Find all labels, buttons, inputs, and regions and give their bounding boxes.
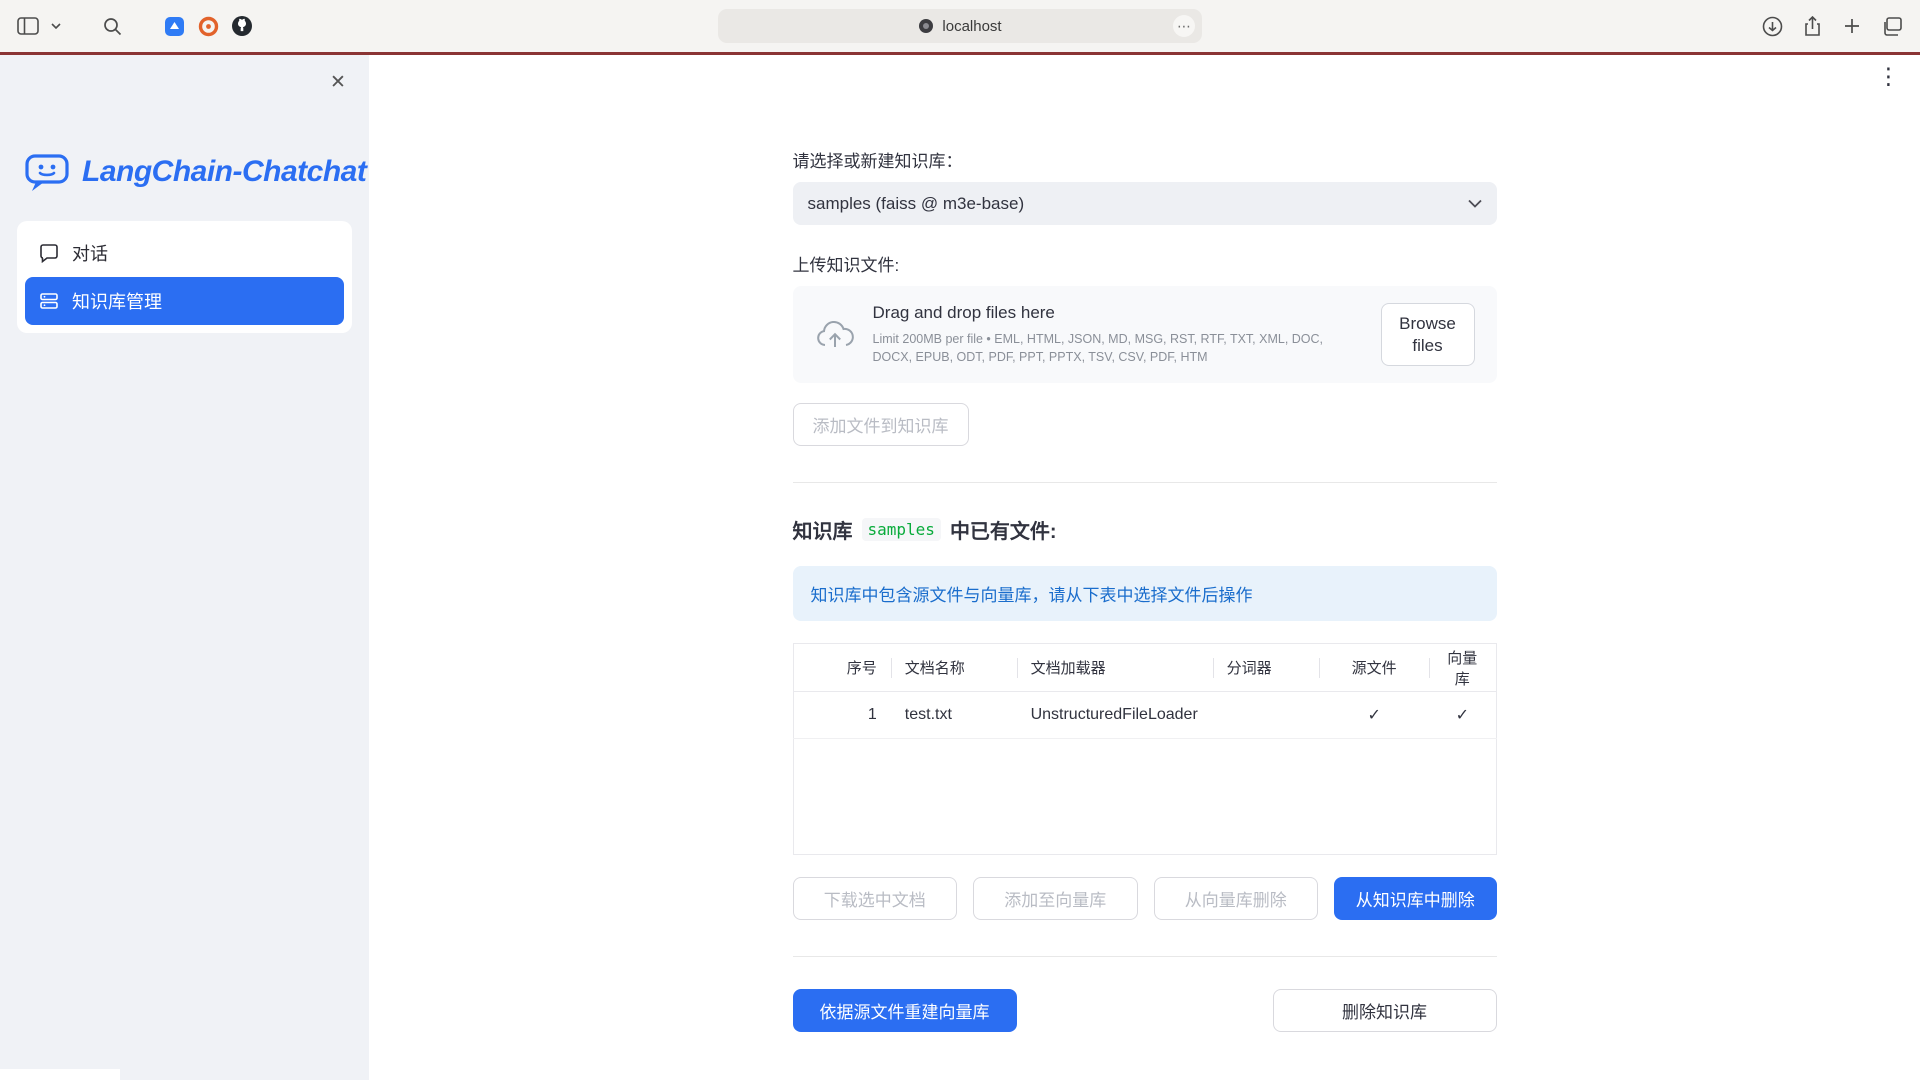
sidebar: ✕ LangChain-Chatchat 对话	[0, 55, 369, 1080]
col-header-vector-store: 向量库	[1429, 644, 1496, 692]
sidebar-item-label: 对话	[72, 240, 108, 266]
chevron-down-icon	[1468, 199, 1482, 208]
extension-icon-orange-ring[interactable]	[196, 14, 220, 38]
divider	[793, 956, 1497, 957]
rebuild-vector-store-button[interactable]: 依据源文件重建向量库	[793, 989, 1017, 1032]
delete-from-kb-button[interactable]: 从知识库中删除	[1334, 877, 1497, 920]
page-settings-icon[interactable]: ⋯	[1173, 15, 1195, 37]
kb-selected-value: samples (faiss @ m3e-base)	[808, 194, 1025, 214]
browse-files-button[interactable]: Browse files	[1381, 303, 1475, 366]
address-bar[interactable]: localhost ⋯	[718, 9, 1202, 43]
extension-icon-blue[interactable]	[162, 14, 186, 38]
downloads-icon[interactable]	[1760, 14, 1784, 38]
cell-loader: UnstructuredFileLoader	[1017, 692, 1213, 739]
kb-select-dropdown[interactable]: samples (faiss @ m3e-base)	[793, 182, 1497, 225]
kb-select-label: 请选择或新建知识库：	[793, 147, 1497, 172]
file-action-buttons: 下载选中文档 添加至向量库 从向量库删除 从知识库中删除	[793, 877, 1497, 920]
sidebar-toggle-icon[interactable]	[16, 14, 40, 38]
kb-action-buttons: 依据源文件重建向量库 删除知识库	[793, 989, 1497, 1032]
logo-text: LangChain-Chatchat	[82, 155, 366, 189]
github-extension-icon[interactable]	[230, 14, 254, 38]
cell-splitter	[1213, 692, 1320, 739]
info-message: 知识库中包含源文件与向量库，请从下表中选择文件后操作	[793, 566, 1497, 621]
new-tab-icon[interactable]	[1840, 14, 1864, 38]
cloud-upload-icon	[815, 319, 855, 351]
table-empty-area	[793, 739, 1496, 855]
col-header-index: 序号	[793, 644, 891, 692]
dropzone-limit-text: Limit 200MB per file • EML, HTML, JSON, …	[873, 330, 1363, 366]
app-logo: LangChain-Chatchat	[24, 151, 369, 193]
main-area: ⋮ 请选择或新建知识库： samples (faiss @ m3e-base) …	[369, 55, 1920, 1080]
cell-doc-name: test.txt	[891, 692, 1017, 739]
add-to-vector-store-button[interactable]: 添加至向量库	[973, 877, 1138, 920]
file-dropzone[interactable]: Drag and drop files here Limit 200MB per…	[793, 286, 1497, 383]
download-selected-button[interactable]: 下载选中文档	[793, 877, 958, 920]
cell-vector-store-check: ✓	[1429, 692, 1496, 739]
col-header-source-file: 源文件	[1319, 644, 1429, 692]
site-favicon	[918, 18, 934, 34]
knowledge-base-icon	[39, 291, 59, 311]
browser-toolbar: localhost ⋯	[0, 0, 1920, 52]
table-header-row: 序号 文档名称 文档加载器 分词器 源文件 向量库	[793, 644, 1496, 692]
kb-files-heading-prefix: 知识库	[793, 515, 853, 544]
col-header-loader: 文档加载器	[1017, 644, 1213, 692]
address-url: localhost	[942, 18, 1001, 35]
chevron-down-icon[interactable]	[50, 14, 62, 38]
table-row[interactable]: 1 test.txt UnstructuredFileLoader ✓ ✓	[793, 692, 1496, 739]
tab-overview-icon[interactable]	[1880, 14, 1904, 38]
upload-label: 上传知识文件:	[793, 251, 1497, 276]
sidebar-item-label: 知识库管理	[72, 288, 162, 314]
sidebar-bottom-strip	[0, 1069, 120, 1080]
sidebar-close-icon[interactable]: ✕	[323, 67, 353, 97]
add-files-to-kb-button[interactable]: 添加文件到知识库	[793, 403, 969, 446]
cell-source-file-check: ✓	[1319, 692, 1429, 739]
kb-files-table: 序号 文档名称 文档加载器 分词器 源文件 向量库 1 test.txt Uns	[793, 643, 1497, 855]
cell-index: 1	[793, 692, 891, 739]
kb-name-code: samples	[862, 518, 941, 541]
delete-kb-button[interactable]: 删除知识库	[1273, 989, 1497, 1032]
chat-bubble-icon	[39, 243, 59, 263]
sidebar-item-chat[interactable]: 对话	[25, 229, 344, 277]
divider	[793, 482, 1497, 483]
kb-files-heading: 知识库 samples 中已有文件:	[793, 515, 1497, 544]
kb-files-heading-suffix: 中已有文件:	[950, 515, 1057, 544]
share-icon[interactable]	[1800, 14, 1824, 38]
dropzone-title: Drag and drop files here	[873, 303, 1363, 323]
col-header-splitter: 分词器	[1213, 644, 1320, 692]
sidebar-nav: 对话 知识库管理	[17, 221, 352, 333]
screen: localhost ⋯	[0, 0, 1920, 1080]
search-icon[interactable]	[100, 14, 124, 38]
app-menu-icon[interactable]: ⋮	[1877, 65, 1900, 88]
delete-from-vector-store-button[interactable]: 从向量库删除	[1154, 877, 1319, 920]
logo-chat-icon	[24, 151, 70, 193]
sidebar-item-knowledge-base[interactable]: 知识库管理	[25, 277, 344, 325]
col-header-doc-name: 文档名称	[891, 644, 1017, 692]
